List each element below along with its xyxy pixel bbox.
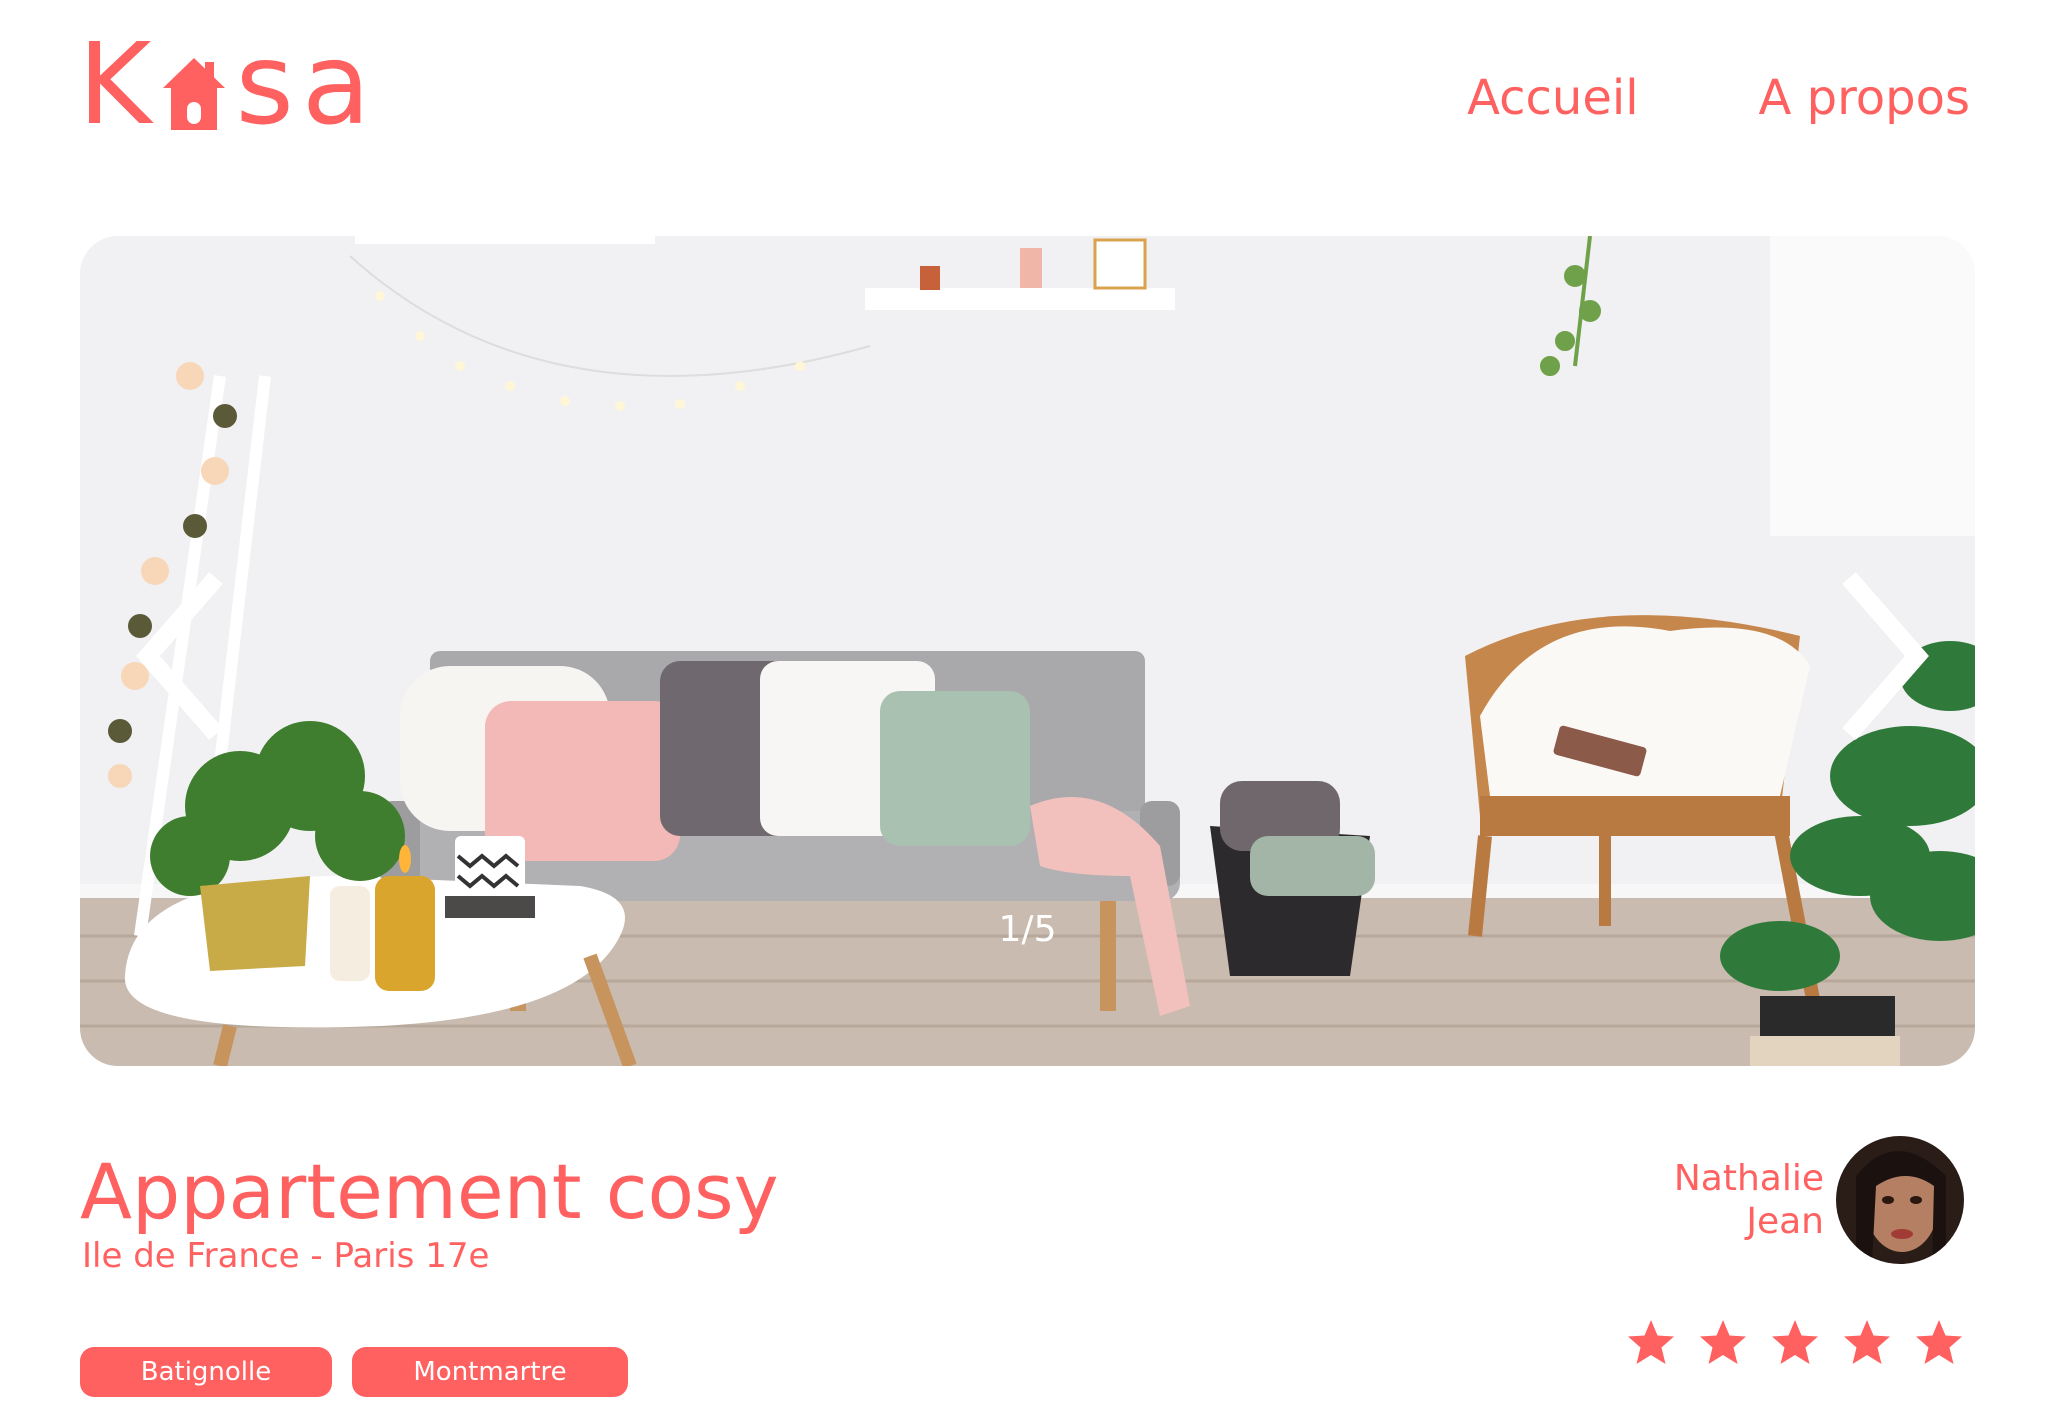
tag-list: Batignolle Montmartre (80, 1347, 628, 1397)
kasa-logo[interactable]: K s a (78, 20, 373, 150)
logo-letter-a: a (301, 20, 373, 150)
chevron-left-icon[interactable] (120, 566, 240, 746)
rating-stars (1626, 1318, 1964, 1368)
house-icon (163, 58, 226, 130)
slide-counter: 1/5 (998, 909, 1057, 950)
nav-accueil-link[interactable]: Accueil (1467, 70, 1638, 128)
host-name: Nathalie Jean (1674, 1157, 1824, 1243)
listing-location: Ile de France - Paris 17e (82, 1236, 490, 1276)
listing-title: Appartement cosy (80, 1147, 779, 1236)
star-icon (1916, 1320, 1962, 1364)
chevron-right-icon[interactable] (1825, 566, 1945, 746)
star-icon (1844, 1320, 1890, 1364)
star-icon (1628, 1320, 1674, 1364)
nav-a-propos-link[interactable]: A propos (1759, 70, 1970, 128)
tag-batignolle: Batignolle (80, 1347, 332, 1397)
tag-montmartre: Montmartre (352, 1347, 628, 1397)
host-last-name: Jean (1746, 1201, 1824, 1242)
host-info: Nathalie Jean (1674, 1136, 1964, 1264)
avatar (1836, 1136, 1964, 1264)
star-icon (1772, 1320, 1818, 1364)
logo-letter-s: s (235, 20, 296, 150)
host-first-name: Nathalie (1673, 1157, 1824, 1199)
photo-gallery: 1/5 (80, 236, 1975, 1066)
logo-letter-k: K (78, 20, 154, 150)
main-nav: Accueil A propos (1467, 70, 1970, 128)
star-icon (1700, 1320, 1746, 1364)
